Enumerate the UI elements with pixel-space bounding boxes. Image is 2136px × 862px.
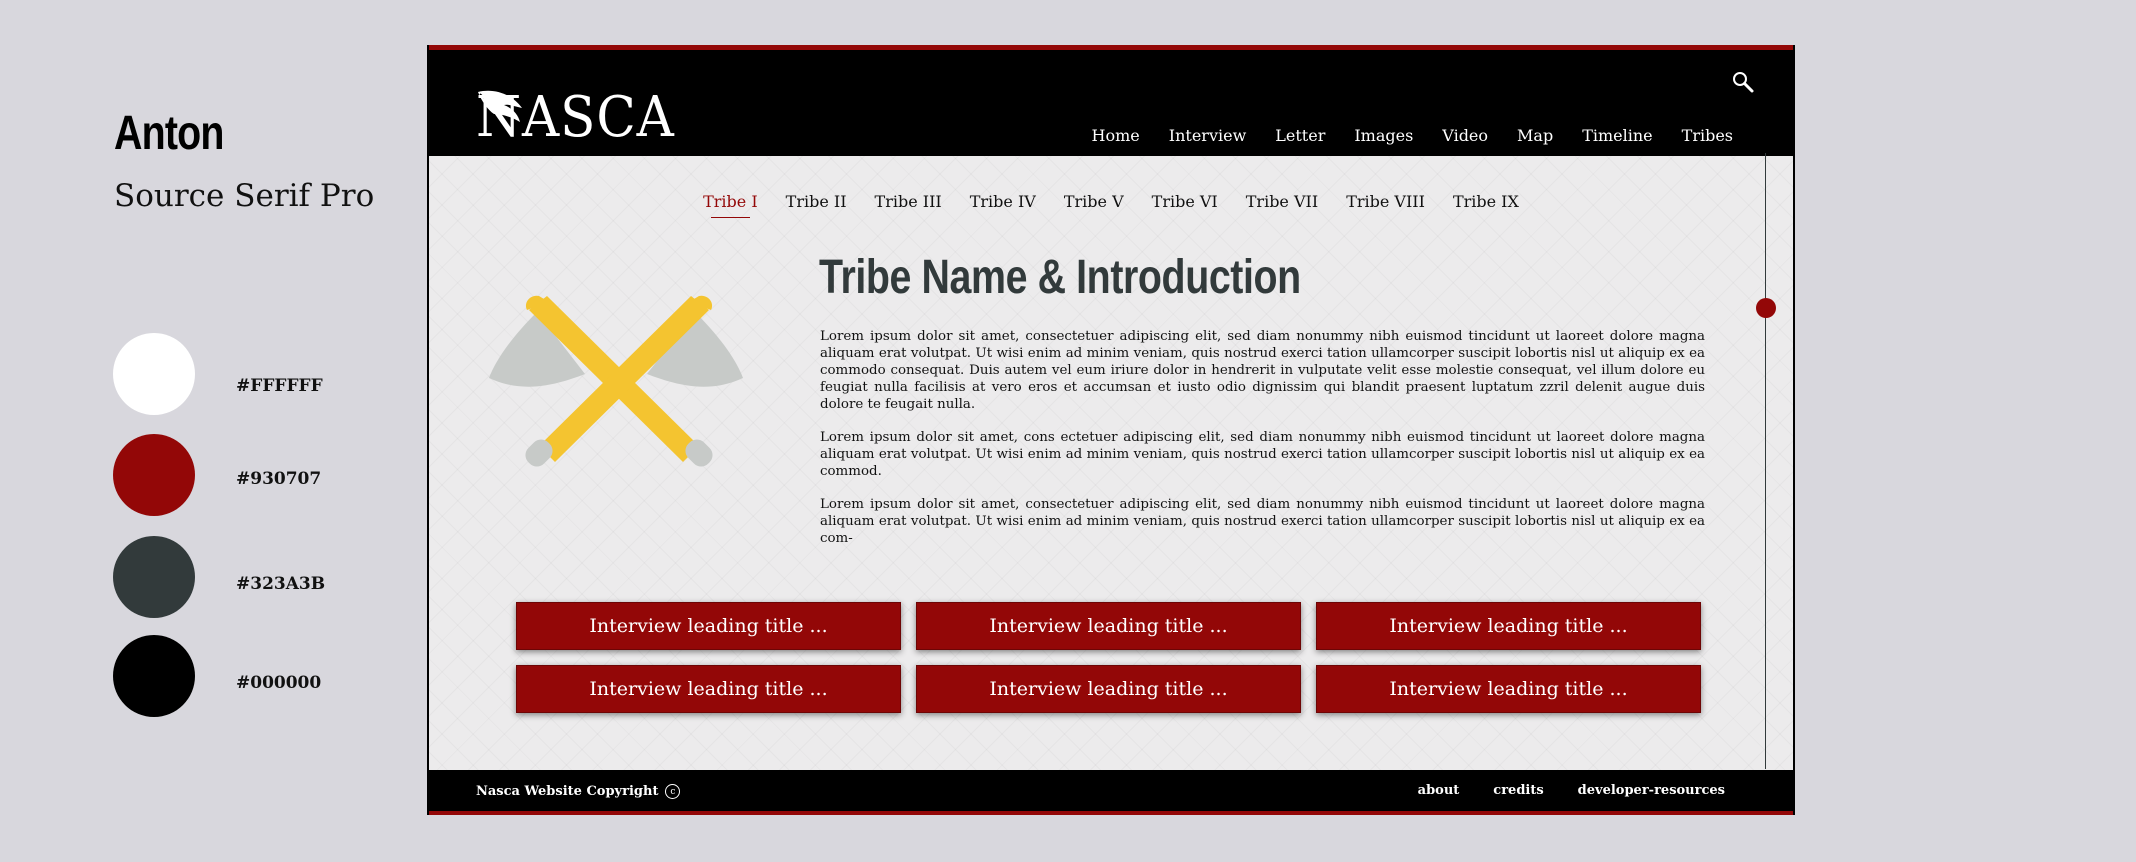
site-footer: Nasca Website Copyright c about credits …: [429, 770, 1793, 815]
tribe-tabs: Tribe I Tribe II Tribe III Tribe IV Trib…: [429, 192, 1793, 218]
interview-button[interactable]: Interview leading title ...: [516, 665, 901, 713]
footer-nav: about credits developer-resources: [1384, 783, 1725, 798]
swatch-white: [113, 333, 195, 415]
swatch-label-red: #930707: [236, 469, 322, 489]
tab-tribe-3[interactable]: Tribe III: [875, 192, 942, 211]
heading-font-sample: Anton: [114, 107, 224, 160]
tab-tribe-7[interactable]: Tribe VII: [1246, 192, 1318, 211]
interview-button[interactable]: Interview leading title ...: [916, 665, 1301, 713]
swatch-label-white: #FFFFFF: [236, 376, 323, 396]
nav-interview[interactable]: Interview: [1169, 126, 1247, 145]
nav-tribes[interactable]: Tribes: [1682, 126, 1733, 145]
search-icon[interactable]: [1731, 70, 1755, 94]
website-mockup: NASCA Home Interview Letter Images Video…: [427, 45, 1795, 815]
tab-tribe-2[interactable]: Tribe II: [786, 192, 847, 211]
tab-tribe-5[interactable]: Tribe V: [1064, 192, 1124, 211]
intro-paragraph-3: Lorem ipsum dolor sit amet, consectetuer…: [820, 497, 1705, 546]
main-nav: Home Interview Letter Images Video Map T…: [1063, 126, 1733, 145]
swatch-red: [113, 434, 195, 516]
nav-images[interactable]: Images: [1354, 126, 1413, 145]
footer-link-credits[interactable]: credits: [1493, 783, 1543, 798]
site-header: NASCA Home Interview Letter Images Video…: [429, 45, 1793, 156]
timeline-dot[interactable]: [1756, 298, 1776, 318]
interview-button[interactable]: Interview leading title ...: [1316, 665, 1701, 713]
nav-timeline[interactable]: Timeline: [1582, 126, 1652, 145]
interview-button[interactable]: Interview leading title ...: [516, 602, 901, 650]
tab-tribe-8[interactable]: Tribe VIII: [1346, 192, 1425, 211]
intro-paragraph-2: Lorem ipsum dolor sit amet, cons ectetue…: [820, 430, 1705, 479]
footer-link-developer-resources[interactable]: developer-resources: [1578, 783, 1725, 798]
nav-video[interactable]: Video: [1442, 126, 1488, 145]
copyright-icon: c: [665, 784, 681, 799]
copyright: Nasca Website Copyright c: [476, 784, 681, 799]
page-title: Tribe Name & Introduction: [819, 251, 1301, 304]
logo-text: NASCA: [476, 85, 675, 150]
tab-tribe-6[interactable]: Tribe VI: [1152, 192, 1218, 211]
footer-link-about[interactable]: about: [1418, 783, 1460, 798]
interview-button-grid: Interview leading title ... Interview le…: [516, 602, 1701, 713]
copyright-text: Nasca Website Copyright: [476, 784, 659, 799]
swatch-label-slate: #323A3B: [236, 574, 326, 594]
swatch-slate: [113, 536, 195, 618]
swatch-black: [113, 635, 195, 717]
interview-button[interactable]: Interview leading title ...: [916, 602, 1301, 650]
nav-map[interactable]: Map: [1517, 126, 1553, 145]
body-font-sample: Source Serif Pro: [114, 178, 375, 214]
site-logo[interactable]: NASCA: [476, 90, 692, 146]
swatch-label-black: #000000: [236, 673, 322, 693]
tab-tribe-9[interactable]: Tribe IX: [1453, 192, 1519, 211]
intro-paragraph-1: Lorem ipsum dolor sit amet, consectetuer…: [820, 329, 1705, 412]
nav-home[interactable]: Home: [1092, 126, 1140, 145]
timeline-line: [1765, 153, 1766, 769]
tab-tribe-1[interactable]: Tribe I: [703, 192, 758, 218]
nav-letter[interactable]: Letter: [1275, 126, 1325, 145]
tab-tribe-4[interactable]: Tribe IV: [970, 192, 1036, 211]
interview-button[interactable]: Interview leading title ...: [1316, 602, 1701, 650]
crossed-axes-icon: [489, 295, 743, 467]
